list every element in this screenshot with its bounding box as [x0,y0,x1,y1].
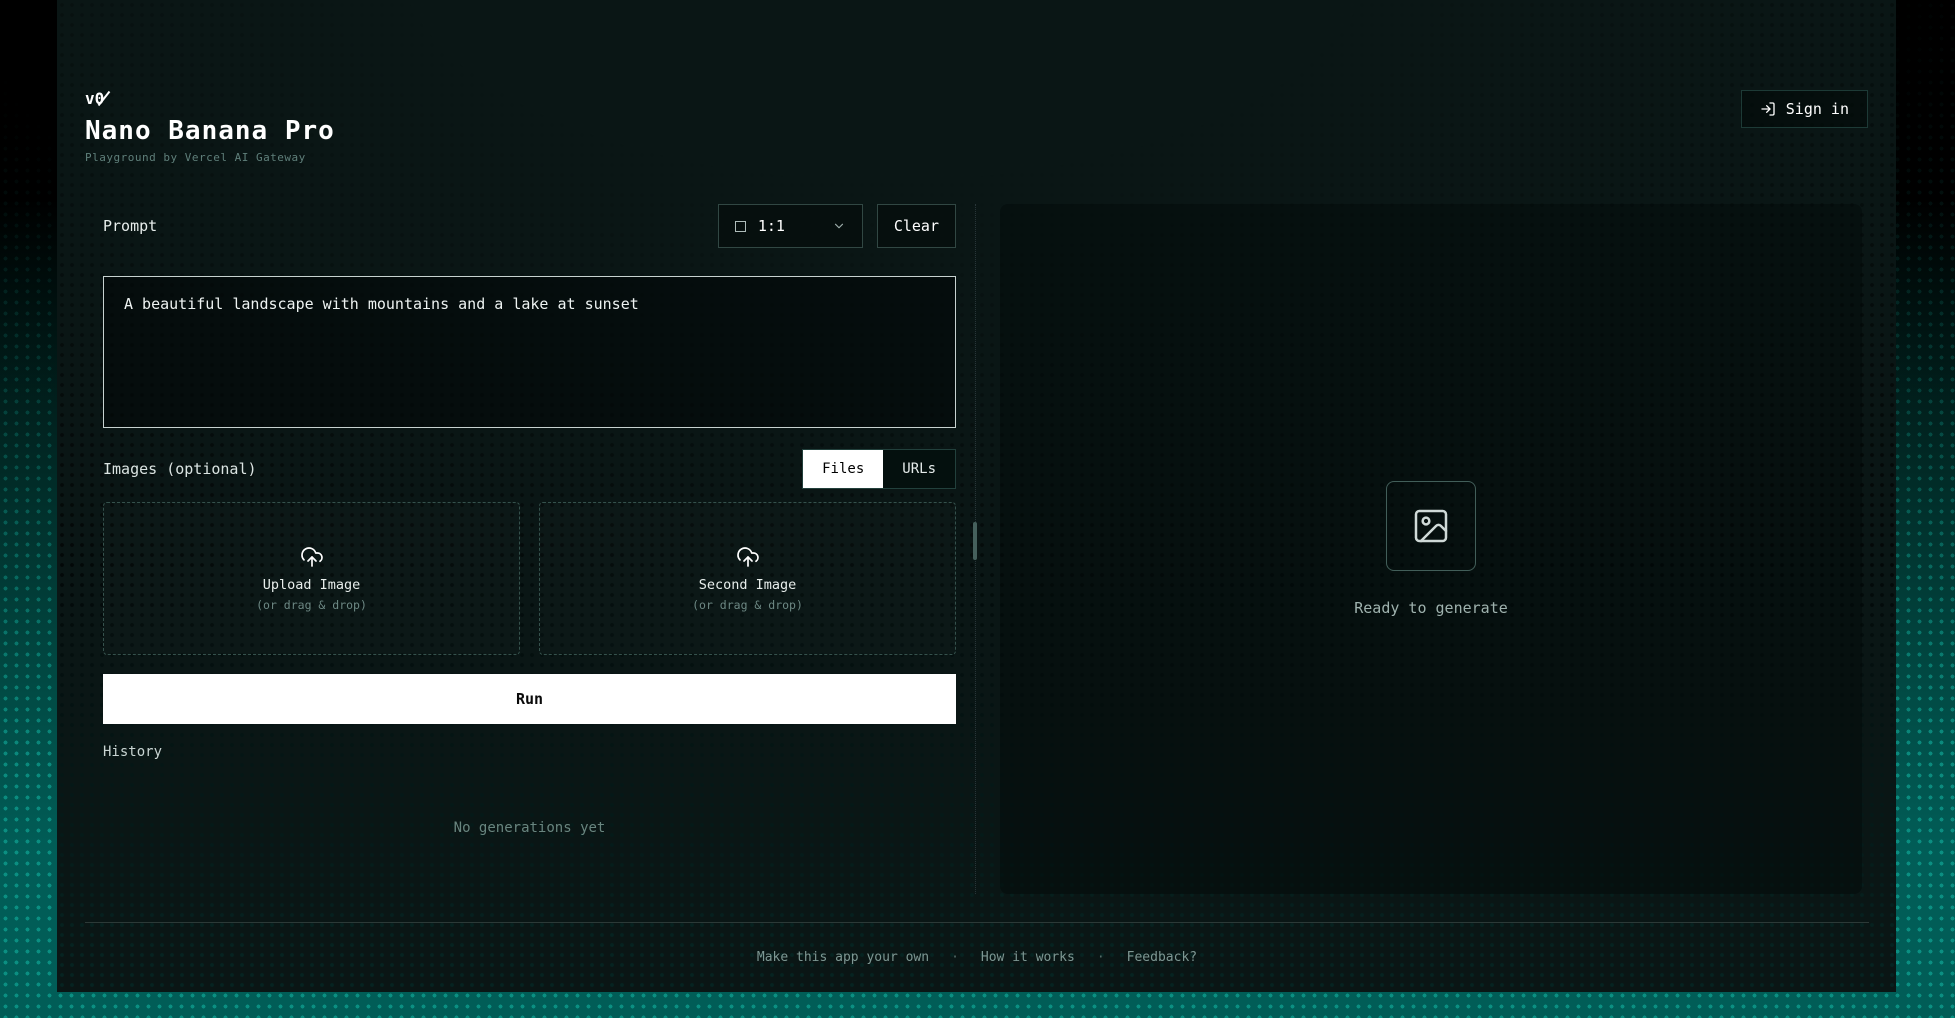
footer-link-how-it-works[interactable]: How it works [981,950,1075,965]
background-frame-right [1896,0,1955,992]
images-toolbar: Images (optional) Files URLs [103,449,956,489]
footer-link-make-your-own[interactable]: Make this app your own [757,950,929,965]
prompt-label: Prompt [103,217,157,235]
run-button[interactable]: Run [103,674,956,724]
images-label: Images (optional) [103,460,257,478]
footer-link-feedback[interactable]: Feedback? [1127,950,1197,965]
second-image-dropzone[interactable]: Second Image (or drag & drop) [539,502,956,655]
controls-column: Prompt 1:1 Clear A beautiful landscape w… [103,204,956,894]
tab-files[interactable]: Files [803,450,883,488]
chevron-down-icon [832,219,846,233]
app-page: v0 Nano Banana Pro Playground by Vercel … [57,0,1896,992]
page-title: Nano Banana Pro [85,116,335,146]
image-source-toggle: Files URLs [802,449,956,489]
upload-image-dropzone[interactable]: Upload Image (or drag & drop) [103,502,520,655]
upload-image-label: Upload Image [263,577,361,593]
history-empty-state: No generations yet [103,820,956,836]
cloud-upload-icon [300,545,324,569]
main-area: Prompt 1:1 Clear A beautiful landscape w… [57,204,1896,894]
tab-urls[interactable]: URLs [883,450,955,488]
app-header: v0 Nano Banana Pro Playground by Vercel … [57,0,1896,164]
cloud-upload-icon [736,545,760,569]
second-image-hint: (or drag & drop) [692,598,803,612]
app-footer: Make this app your own · How it works · … [85,922,1869,992]
background-frame-left [0,0,57,992]
history-heading: History [103,744,956,760]
image-placeholder-icon [1411,506,1451,546]
prompt-toolbar: Prompt 1:1 Clear [103,204,956,248]
clear-button[interactable]: Clear [877,204,956,248]
sign-in-label: Sign in [1786,100,1849,118]
aspect-ratio-select[interactable]: 1:1 [718,204,863,248]
v0-logo-text: v0 [85,90,104,108]
prompt-input[interactable]: A beautiful landscape with mountains and… [103,276,956,428]
sign-in-button[interactable]: Sign in [1741,90,1868,128]
background-frame-bottom [0,992,1955,1018]
output-status-text: Ready to generate [1354,599,1508,617]
page-subtitle: Playground by Vercel AI Gateway [85,151,335,164]
v0-logo-icon: v0 [85,90,115,108]
column-scrollbar [972,204,980,894]
scrollbar-thumb[interactable] [973,522,977,560]
footer-separator: · [1097,950,1105,965]
image-placeholder-frame [1386,481,1476,571]
brand-block: v0 Nano Banana Pro Playground by Vercel … [85,90,335,164]
aspect-ratio-value: 1:1 [758,217,785,235]
output-panel: Ready to generate [1000,204,1862,894]
footer-separator: · [951,950,959,965]
aspect-square-icon [735,221,746,232]
second-image-label: Second Image [699,577,797,593]
upload-row: Upload Image (or drag & drop) Second Ima… [103,502,956,655]
login-icon [1760,101,1776,117]
upload-image-hint: (or drag & drop) [256,598,367,612]
